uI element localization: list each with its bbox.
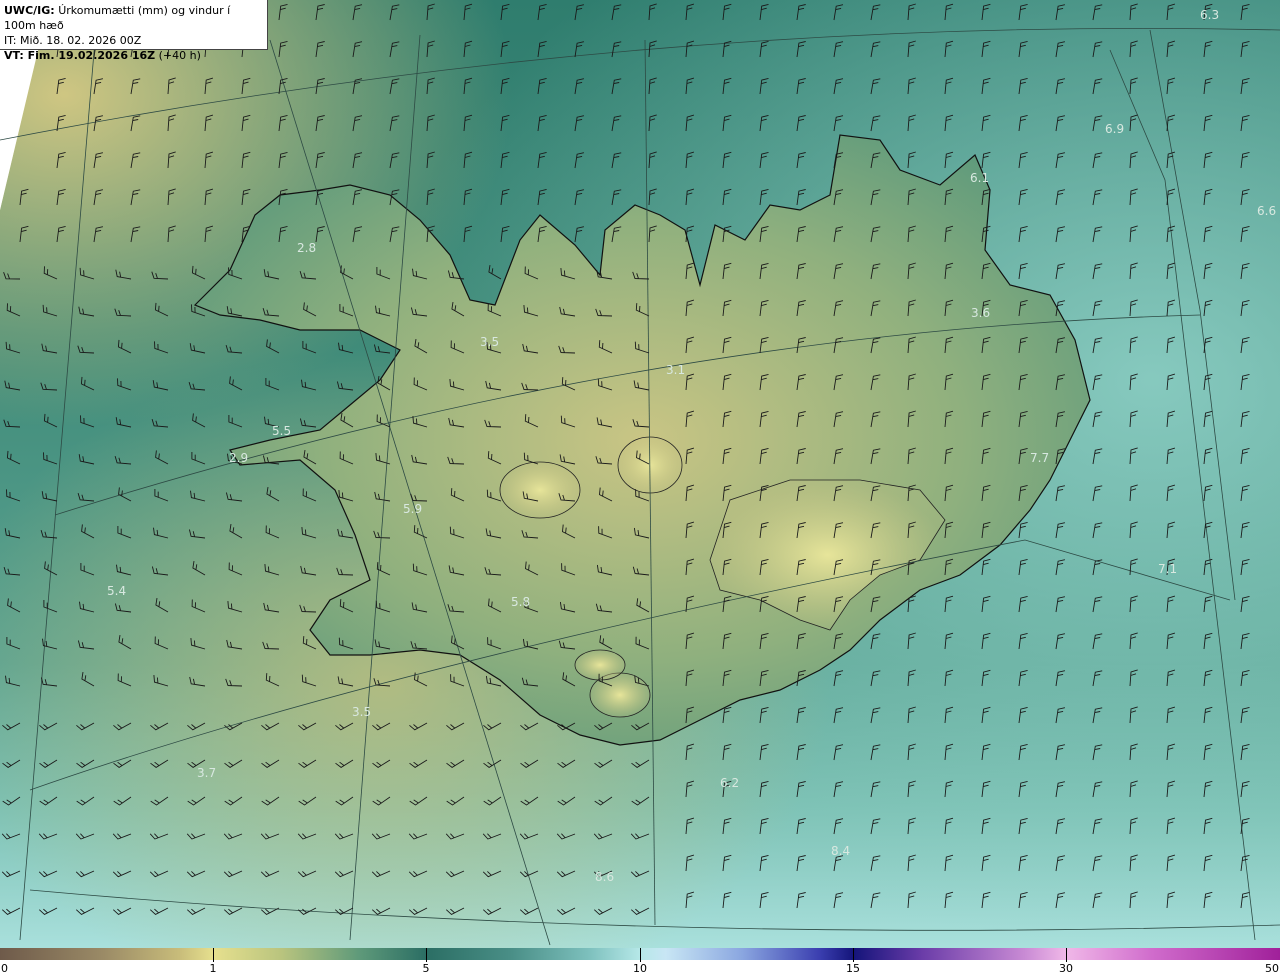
colorbar-tickmark [853,948,854,962]
eyjafjallajokull-glacier [574,649,626,681]
colorbar-tick-label: 50 [1265,962,1279,975]
map-value-label: 7.1 [1158,562,1177,576]
valid-time: VT: Fim. 19.02.2026 16Z [4,49,156,62]
colorbar-tick-label: 5 [422,962,430,975]
map-value-label: 2.8 [297,241,316,255]
colorbar-tickmark [213,948,214,962]
map-value-label: 6.2 [720,776,739,790]
map-value-label: 3.7 [197,766,216,780]
map-value-label: 6.6 [1257,204,1276,218]
colorbar-tick-label: 10 [633,962,647,975]
colorbar-tick-label: 15 [846,962,860,975]
map-value-label: 5.5 [272,424,291,438]
map-value-label: 8.6 [595,870,614,884]
init-time: IT: Mið. 18. 02. 2026 00Z [4,34,142,47]
map-value-label: 5.9 [403,502,422,516]
langjokull-glacier [499,461,581,519]
map-value-label: 6.3 [1200,8,1219,22]
map-value-label: 6.9 [1105,122,1124,136]
colorbar-tick-label: 1 [209,962,217,975]
map-value-label: 6.1 [970,171,989,185]
precipitation-map[interactable]: 2.8 3.5 3.1 3.6 5.5 2.9 5.9 5.4 5.8 3.5 … [0,0,1280,948]
colorbar-tickmark [640,948,641,962]
map-value-label: 5.8 [511,595,530,609]
colorbar-tick-label: 0 [1,962,8,975]
map-value-label: 3.6 [971,306,990,320]
model-prefix: UWC/IG: [4,4,55,17]
map-value-label: 3.5 [352,705,371,719]
map-value-label: 3.1 [666,363,685,377]
map-title-box: UWC/IG: Úrkomumætti (mm) og vindur í 100… [0,0,268,62]
map-canvas: 2.8 3.5 3.1 3.6 5.5 2.9 5.9 5.4 5.8 3.5 … [0,0,1280,948]
colorbar-tickmark [1066,948,1067,962]
colorbar-tick-label: 30 [1059,962,1073,975]
map-value-label: 3.5 [480,335,499,349]
map-value-label: 8.4 [831,844,850,858]
valid-time-line: VT: Fim. 19.02.2026 16Z (+40 h) [4,48,263,63]
map-value-label: 7.7 [1030,451,1049,465]
title-line: UWC/IG: Úrkomumætti (mm) og vindur í 100… [4,3,263,33]
map-value-label: 2.9 [229,451,248,465]
map-value-label: 5.4 [107,584,126,598]
colorbar-tickmark [426,948,427,962]
forecast-lead: (+40 h) [158,49,201,62]
